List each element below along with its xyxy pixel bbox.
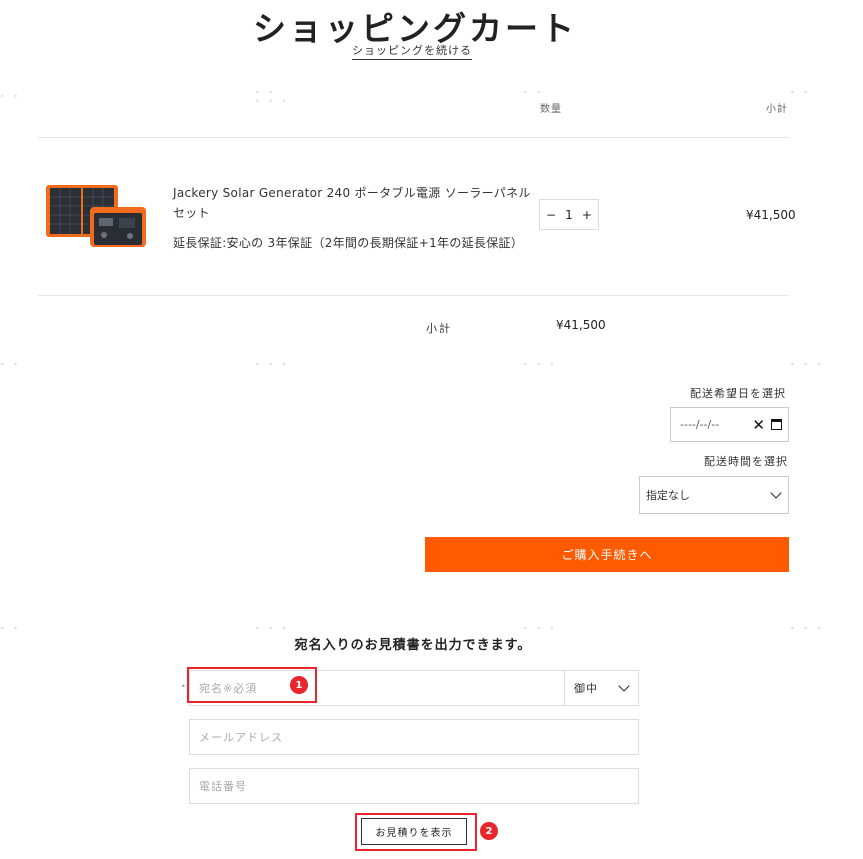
delivery-date-value[interactable]: ----/--/-- — [680, 418, 752, 431]
annotation-badge-1: 1 — [290, 676, 308, 694]
calendar-icon[interactable] — [771, 419, 782, 430]
chevron-down-icon — [618, 680, 630, 692]
delivery-time-select[interactable]: 指定なし — [639, 476, 789, 514]
subtotal-value: ¥41,500 — [556, 318, 606, 332]
delivery-date-input[interactable]: ----/--/-- ✕ — [670, 407, 789, 442]
decorative-dots: • • • • • — [255, 88, 290, 106]
divider — [38, 295, 789, 296]
quote-heading: 宛名入りのお見積書を出力できます。 — [294, 638, 532, 653]
decorative-dots: • • • — [255, 360, 290, 369]
line-item-price: ¥41,500 — [746, 208, 796, 222]
product-image[interactable] — [44, 183, 148, 249]
annotation-badge-2: 2 — [480, 822, 498, 840]
quantity-column-header: 数量 — [540, 104, 562, 115]
decorative-dots: • • — [0, 624, 21, 633]
warranty-option: 延長保証:安心の 3年保証（2年間の長期保証+1年の延長保証） — [173, 236, 524, 250]
increase-quantity-button[interactable]: + — [582, 208, 592, 222]
phone-input[interactable]: 電話番号 — [189, 768, 639, 804]
decorative-dots: • • • — [523, 624, 558, 633]
decorative-dots: • • — [790, 88, 811, 97]
subtotal-column-header: 小計 — [766, 104, 788, 115]
decorative-dots: • • • — [523, 360, 558, 369]
delivery-time-value: 指定なし — [646, 489, 690, 502]
honorific-select[interactable]: 御中 — [564, 670, 639, 706]
quantity-stepper[interactable]: − 1 + — [539, 199, 599, 230]
clear-icon[interactable]: ✕ — [752, 416, 765, 434]
chevron-down-icon — [770, 487, 782, 499]
decorative-dots: • • • — [255, 624, 290, 633]
delivery-date-label: 配送希望日を選択 — [690, 387, 786, 400]
divider — [38, 137, 789, 138]
highlight-box-2 — [355, 813, 477, 851]
decrease-quantity-button[interactable]: − — [546, 208, 556, 222]
subtotal-label: 小計 — [426, 322, 452, 335]
continue-shopping-link[interactable]: ショッピングを続ける — [352, 42, 472, 60]
honorific-value: 御中 — [574, 682, 598, 695]
decorative-dots: • • — [0, 360, 21, 369]
decorative-dots: • • — [523, 88, 544, 97]
decorative-dots: • • • — [790, 360, 825, 369]
decorative-dots: • • • — [790, 624, 825, 633]
quantity-value[interactable]: 1 — [565, 208, 573, 222]
email-input[interactable]: メールアドレス — [189, 719, 639, 755]
decorative-dots: • • — [0, 92, 21, 101]
checkout-button[interactable]: ご購入手続きへ — [425, 537, 789, 572]
delivery-time-label: 配送時間を選択 — [704, 455, 788, 468]
product-name[interactable]: Jackery Solar Generator 240 ポータブル電源 ソーラー… — [173, 183, 533, 223]
